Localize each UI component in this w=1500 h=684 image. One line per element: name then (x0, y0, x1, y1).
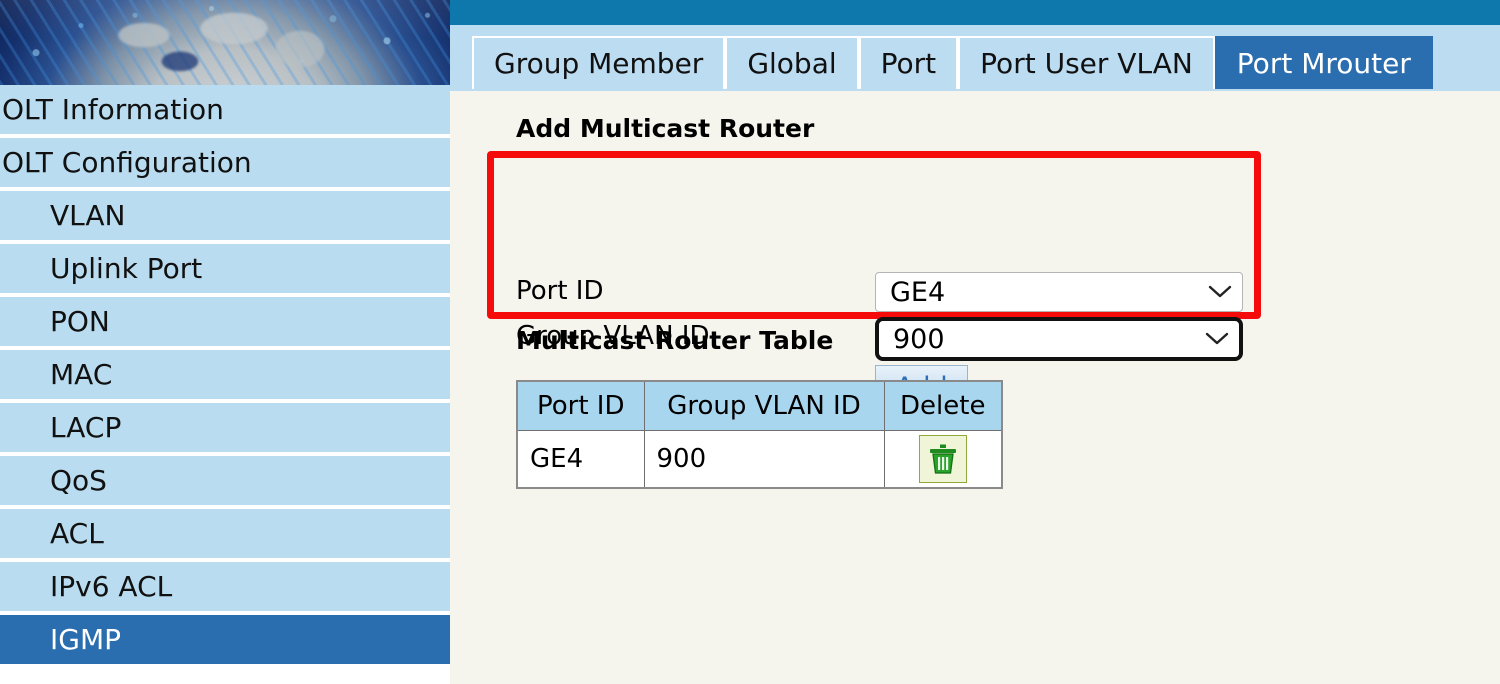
tab-port[interactable]: Port (858, 36, 959, 89)
port-id-select[interactable]: GE4 (875, 272, 1243, 312)
tab-strip: Group Member Global Port Port User VLAN Port… (450, 25, 1500, 91)
multicast-router-table-title: Multicast Router Table (516, 326, 834, 355)
port-id-label: Port ID (516, 276, 604, 306)
sidebar-item-pon[interactable]: PON (0, 297, 450, 346)
table-header-cell: Delete (883, 380, 1003, 431)
sidebar-item-olt-configuration[interactable]: OLT Configuration (0, 138, 450, 187)
tab-global[interactable]: Global (725, 36, 859, 89)
tab-port-user-vlan[interactable]: Port User VLAN (958, 36, 1215, 89)
tab-group-member[interactable]: Group Member (472, 36, 726, 89)
table-row: GE4 900 (516, 429, 1003, 489)
table-body: GE4 900 (516, 429, 1003, 489)
table-header-cell: Port ID (516, 380, 645, 431)
sidebar-item-lacp[interactable]: LACP (0, 403, 450, 452)
chevron-down-icon (1195, 332, 1239, 346)
cell-group-vlan-id: 900 (643, 429, 885, 489)
sidebar-item-vlan[interactable]: VLAN (0, 191, 450, 240)
trash-icon[interactable] (918, 434, 967, 483)
group-vlan-id-select[interactable]: 900 (875, 317, 1243, 361)
chevron-down-icon (1198, 285, 1242, 299)
sidebar-item-acl[interactable]: ACL (0, 509, 450, 558)
cell-delete (883, 429, 1003, 489)
table-header-row: Port ID Group VLAN ID Delete (516, 380, 1003, 431)
sidebar-item-ipv6-acl[interactable]: IPv6 ACL (0, 562, 450, 611)
cell-port-id: GE4 (516, 429, 645, 489)
sidebar-item-olt-information[interactable]: OLT Information (0, 85, 450, 134)
app-root: OLT Information OLT Configuration VLAN Upli… (0, 0, 1500, 684)
content-area: Add Multicast Router Port ID Group VLAN … (450, 91, 1500, 684)
group-vlan-id-select-value: 900 (893, 323, 945, 355)
multicast-router-table: Port ID Group VLAN ID Delete GE4 900 (516, 380, 1003, 489)
sidebar-item-igmp[interactable]: IGMP (0, 615, 450, 664)
top-bar (450, 0, 1500, 25)
table-header-cell: Group VLAN ID (643, 380, 885, 431)
sidebar: OLT Information OLT Configuration VLAN Upli… (0, 0, 450, 684)
sidebar-item-mac[interactable]: MAC (0, 350, 450, 399)
tab-port-mrouter[interactable]: Port Mrouter (1214, 36, 1433, 89)
add-multicast-router-title: Add Multicast Router (516, 114, 815, 143)
banner-image (0, 0, 450, 85)
port-id-select-value: GE4 (890, 276, 946, 308)
table-head: Port ID Group VLAN ID Delete (516, 380, 1003, 431)
sidebar-item-qos[interactable]: QoS (0, 456, 450, 505)
sidebar-item-uplink-port[interactable]: Uplink Port (0, 244, 450, 293)
tab-list: Group Member Global Port Port User VLAN Port… (472, 36, 1433, 89)
main-panel: Group Member Global Port Port User VLAN Port… (450, 0, 1500, 684)
sidebar-nav-list: OLT Information OLT Configuration VLAN Upli… (0, 85, 450, 664)
banner-shine-overlay (0, 0, 450, 85)
